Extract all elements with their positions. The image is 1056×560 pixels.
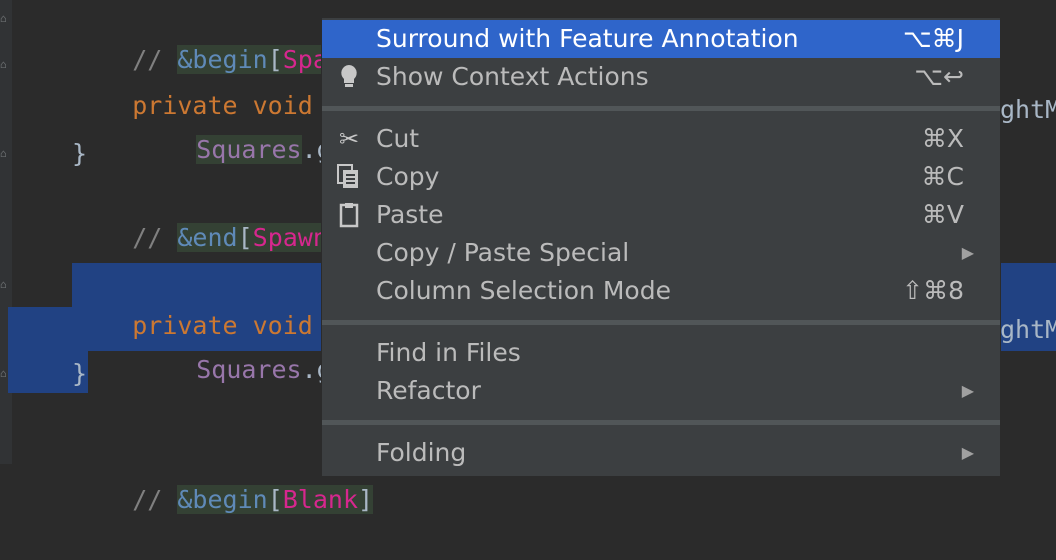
class-name: Squares [196, 135, 302, 164]
menu-item-shortcut: ⌥↩ [914, 62, 964, 91]
fold-marker-icon[interactable]: ⌂ [0, 12, 10, 26]
copy-icon [334, 158, 364, 196]
clipboard-icon [334, 196, 364, 234]
menu-item-label: Cut [376, 124, 420, 153]
fold-marker-icon[interactable]: ⌂ [0, 58, 10, 72]
bracket: [ [267, 485, 283, 514]
submenu-arrow-icon: ▶ [961, 243, 974, 262]
comment-prefix: // [132, 485, 178, 514]
menu-item-shortcut: ⌘V [921, 200, 964, 229]
submenu-arrow-icon: ▶ [961, 381, 974, 400]
menu-item-shortcut: ⌥⌘J [902, 24, 964, 53]
code-overflow-text: ghtM [1000, 315, 1056, 344]
annotation-tag: &begin [177, 485, 268, 514]
menu-item-copy[interactable]: Copy ⌘C [322, 158, 1000, 196]
class-name: Squares [196, 355, 302, 384]
code-line[interactable]: // &end[Spawn] [72, 178, 343, 252]
bracket: ] [358, 485, 374, 514]
menu-item-copy-paste-special[interactable]: Copy / Paste Special ▶ [322, 234, 1000, 272]
menu-item-paste[interactable]: Paste ⌘V [322, 196, 1000, 234]
closing-brace: } [72, 359, 88, 388]
submenu-arrow-icon: ▶ [961, 443, 974, 462]
menu-item-shortcut: ⇧⌘8 [902, 276, 964, 305]
feature-annotation: &begin[Blank] [177, 485, 374, 514]
menu-item-find-in-files[interactable]: Find in Files [322, 334, 1000, 372]
bracket: [ [237, 223, 253, 252]
menu-item-label: Show Context Actions [376, 62, 649, 91]
context-menu: Surround with Feature Annotation ⌥⌘J Sho… [321, 17, 1001, 477]
menu-item-surround-with-feature-annotation[interactable]: Surround with Feature Annotation ⌥⌘J [322, 20, 1000, 58]
menu-item-label: Find in Files [376, 338, 521, 367]
menu-item-cut[interactable]: ✂ Cut ⌘X [322, 120, 1000, 158]
lightbulb-icon [334, 58, 364, 96]
menu-item-label: Paste [376, 200, 444, 229]
menu-item-show-context-actions[interactable]: Show Context Actions ⌥↩ [322, 58, 1000, 96]
comment-prefix: // [132, 223, 178, 252]
annotation-tag: &end [177, 223, 238, 252]
menu-item-shortcut: ⌘C [921, 162, 964, 191]
menu-separator [322, 420, 1000, 425]
menu-item-label: Copy [376, 162, 440, 191]
feature-annotation: &end[Spawn] [177, 223, 343, 252]
scissors-icon: ✂ [338, 125, 360, 153]
menu-separator [322, 106, 1000, 111]
code-overflow-text: ghtM [1000, 95, 1056, 124]
menu-item-column-selection-mode[interactable]: Column Selection Mode ⇧⌘8 [322, 272, 1000, 310]
fold-marker-icon[interactable]: ⌂ [0, 147, 10, 161]
menu-item-label: Surround with Feature Annotation [376, 24, 799, 53]
closing-brace: } [72, 139, 88, 168]
menu-item-label: Refactor [376, 376, 481, 405]
menu-item-refactor[interactable]: Refactor ▶ [322, 372, 1000, 410]
feature-name: Spawn [252, 223, 328, 252]
menu-item-label: Folding [376, 438, 467, 467]
menu-separator [322, 320, 1000, 325]
menu-item-label: Copy / Paste Special [376, 238, 630, 267]
menu-item-shortcut: ⌘X [921, 124, 964, 153]
feature-name: Blank [282, 485, 359, 514]
fold-marker-icon[interactable]: ⌂ [0, 278, 10, 292]
menu-item-folding[interactable]: Folding ▶ [322, 434, 1000, 472]
menu-item-label: Column Selection Mode [376, 276, 671, 305]
